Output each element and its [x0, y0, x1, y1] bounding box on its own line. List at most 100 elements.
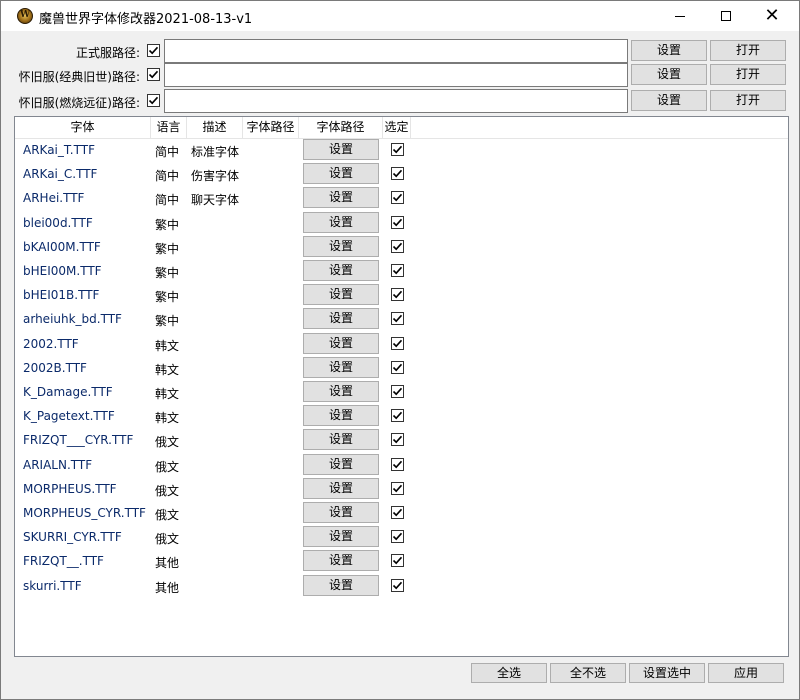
path-label: 怀旧服(燃烧远征)路径: — [18, 96, 140, 110]
table-row[interactable]: ARIALN.TTF 俄文 设置 — [15, 453, 788, 477]
table-row[interactable]: 2002B.TTF 韩文 设置 — [15, 356, 788, 380]
font-path-set-button[interactable]: 设置 — [303, 356, 379, 378]
apply-button[interactable]: 应用 — [708, 663, 784, 683]
table-row[interactable]: bHEI01B.TTF 繁中 设置 — [15, 283, 788, 307]
table-row[interactable]: arheiuhk_bd.TTF 繁中 设置 — [15, 307, 788, 331]
path-open-button[interactable]: 打开 — [710, 64, 786, 85]
font-select-checkbox[interactable] — [391, 409, 404, 423]
font-path-set-button[interactable]: 设置 — [303, 381, 379, 402]
checkmark-icon — [392, 508, 403, 517]
checkmark-icon — [392, 581, 403, 589]
column-lang[interactable]: 语言 — [151, 117, 187, 139]
font-path-set-button[interactable]: 设置 — [303, 526, 379, 548]
font-language: 简中 — [155, 145, 180, 159]
font-path-set-button[interactable]: 设置 — [303, 163, 379, 185]
table-row[interactable]: bKAI00M.TTF 繁中 设置 — [15, 235, 788, 259]
table-row[interactable]: K_Damage.TTF 韩文 设置 — [15, 380, 788, 404]
font-name: K_Damage.TTF — [23, 385, 113, 399]
font-path-set-button[interactable]: 设置 — [303, 260, 379, 281]
font-select-checkbox[interactable] — [391, 143, 404, 156]
close-icon: ✕ — [764, 5, 780, 26]
font-description: 标准字体 — [191, 145, 240, 159]
font-select-checkbox[interactable] — [391, 215, 404, 229]
font-select-checkbox[interactable] — [391, 191, 404, 205]
font-select-checkbox[interactable] — [391, 312, 404, 326]
font-select-checkbox[interactable] — [391, 554, 404, 568]
font-path-set-button[interactable]: 设置 — [303, 405, 379, 427]
path-input[interactable] — [164, 39, 628, 63]
font-name: ARKai_T.TTF — [23, 143, 95, 157]
path-set-button[interactable]: 设置 — [631, 40, 707, 61]
table-row[interactable]: ARHei.TTF 简中 聊天字体 设置 — [15, 186, 788, 210]
font-path-set-button[interactable]: 设置 — [303, 502, 379, 523]
table-row[interactable]: FRIZQT__.TTF 其他 设置 — [15, 549, 788, 573]
close-button[interactable]: ✕ — [749, 1, 795, 31]
font-path-set-button[interactable]: 设置 — [303, 574, 379, 596]
font-path-set-button[interactable]: 设置 — [303, 429, 379, 451]
font-language: 简中 — [155, 169, 180, 184]
font-select-checkbox[interactable] — [391, 457, 404, 471]
path-set-button[interactable]: 设置 — [631, 64, 707, 85]
path-enabled-checkbox[interactable] — [147, 44, 160, 57]
font-language: 俄文 — [155, 459, 180, 474]
font-select-checkbox[interactable] — [391, 530, 404, 544]
font-select-checkbox[interactable] — [391, 481, 404, 495]
table-row[interactable]: FRIZQT___CYR.TTF 俄文 设置 — [15, 428, 788, 452]
path-open-button[interactable]: 打开 — [710, 90, 786, 111]
font-path-set-button[interactable]: 设置 — [303, 139, 379, 160]
path-open-button[interactable]: 打开 — [710, 40, 786, 61]
font-path-set-button[interactable]: 设置 — [303, 550, 379, 572]
table-row[interactable]: bHEI00M.TTF 繁中 设置 — [15, 259, 788, 283]
select-all-button[interactable]: 全选 — [471, 663, 547, 683]
font-list[interactable]: 字体 语言 描述 字体路径 字体路径 选定 ARKai_T.TTF 简中 标准字体设… — [14, 116, 789, 657]
path-enabled-checkbox[interactable] — [147, 68, 160, 81]
set-selected-button[interactable]: 设置选中 — [629, 663, 705, 683]
table-row[interactable]: ARKai_C.TTF 简中 伤害字体 设置 — [15, 162, 788, 186]
font-path-set-button[interactable]: 设置 — [303, 284, 379, 306]
path-enabled-checkbox[interactable] — [147, 94, 160, 107]
column-font-path[interactable]: 字体路径 — [243, 117, 299, 139]
font-path-set-button[interactable]: 设置 — [303, 477, 379, 499]
maximize-button[interactable] — [703, 1, 749, 31]
font-path-set-button[interactable]: 设置 — [303, 308, 379, 330]
table-row[interactable]: K_Pagetext.TTF 韩文 设置 — [15, 404, 788, 428]
column-desc[interactable]: 描述 — [187, 117, 243, 139]
path-input[interactable] — [164, 63, 628, 87]
path-set-button[interactable]: 设置 — [631, 90, 707, 111]
font-language: 繁中 — [155, 217, 180, 232]
font-select-checkbox[interactable] — [391, 239, 404, 253]
column-selected[interactable]: 选定 — [383, 117, 411, 139]
select-none-button[interactable]: 全不选 — [550, 663, 626, 683]
font-name: ARHei.TTF — [23, 191, 85, 206]
font-select-checkbox[interactable] — [391, 264, 404, 277]
font-select-checkbox[interactable] — [391, 288, 404, 302]
minimize-button[interactable] — [657, 1, 703, 31]
font-path-set-button[interactable]: 设置 — [303, 235, 379, 257]
table-row[interactable]: skurri.TTF 其他 设置 — [15, 574, 788, 598]
path-input[interactable] — [164, 89, 628, 113]
table-row[interactable]: SKURRI_CYR.TTF 俄文 设置 — [15, 525, 788, 549]
table-row[interactable]: 2002.TTF 韩文 设置 — [15, 332, 788, 356]
font-select-checkbox[interactable] — [391, 506, 404, 519]
font-select-checkbox[interactable] — [391, 578, 404, 592]
list-header: 字体 语言 描述 字体路径 字体路径 选定 — [15, 117, 788, 139]
font-path-set-button[interactable]: 设置 — [303, 187, 379, 209]
checkmark-icon — [392, 169, 403, 178]
column-font[interactable]: 字体 — [15, 117, 151, 139]
font-select-checkbox[interactable] — [391, 433, 404, 447]
font-select-checkbox[interactable] — [391, 167, 404, 181]
font-select-checkbox[interactable] — [391, 360, 404, 374]
table-row[interactable]: blei00d.TTF 繁中 设置 — [15, 211, 788, 235]
font-select-checkbox[interactable] — [391, 336, 404, 350]
table-row[interactable]: MORPHEUS.TTF 俄文 设置 — [15, 477, 788, 501]
font-path-set-button[interactable]: 设置 — [303, 453, 379, 475]
path-row: 正式服路径: 设置 打开 — [1, 39, 800, 63]
font-path-set-button[interactable]: 设置 — [303, 332, 379, 354]
font-language: 俄文 — [155, 508, 180, 522]
checkmark-icon — [392, 315, 403, 323]
table-row[interactable]: MORPHEUS_CYR.TTF 俄文 设置 — [15, 501, 788, 525]
column-font-path-button[interactable]: 字体路径 — [299, 117, 383, 139]
font-path-set-button[interactable]: 设置 — [303, 211, 379, 233]
table-row[interactable]: ARKai_T.TTF 简中 标准字体 设置 — [15, 138, 788, 162]
font-select-checkbox[interactable] — [391, 385, 404, 398]
